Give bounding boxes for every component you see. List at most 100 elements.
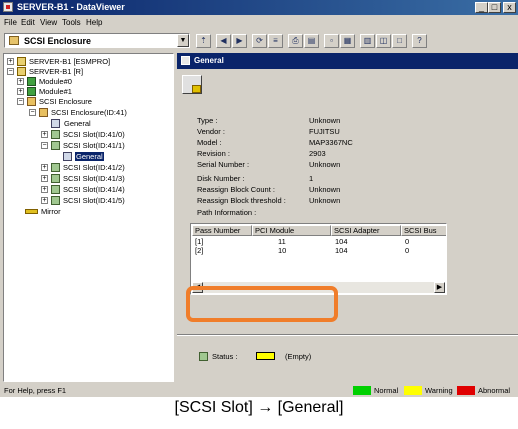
minimize-button[interactable]: _ — [475, 2, 488, 13]
property-label-vendor: Vendor : — [197, 127, 225, 136]
property-label-disk-number: Disk Number : — [197, 174, 245, 183]
property-value-type: Unknown — [309, 116, 341, 125]
section-divider — [177, 334, 518, 336]
tree-item-label: SCSI Enclosure — [39, 97, 92, 106]
pane-view-button[interactable]: □ — [392, 34, 407, 48]
table-cell: 0 — [405, 246, 410, 255]
legend-label: Warning — [425, 386, 453, 395]
path-table[interactable]: Pass Number PCI Module SCSI Adapter SCSI… — [190, 223, 447, 295]
tree-item-label: SERVER-B1 [R] — [29, 67, 84, 76]
tree-item-label: SERVER-B1 [ESMPRO] — [29, 57, 111, 66]
property-value-reassign-threshold: Unknown — [309, 196, 341, 205]
menu-help[interactable]: Help — [86, 18, 102, 27]
up-folder-button[interactable]: ⇡ — [196, 34, 211, 48]
figure-caption: [SCSI Slot] → [General] — [174, 399, 344, 416]
menu-tools[interactable]: Tools — [62, 18, 81, 27]
tree-item-label: SCSI Slot(ID:41/4) — [63, 185, 125, 194]
property-label-reassign-count: Reassign Block Count : — [197, 185, 275, 194]
list-view-button[interactable]: ▦ — [340, 34, 355, 48]
print-preview-button[interactable]: ▤ — [304, 34, 319, 48]
large-icons-button[interactable]: ▫ — [324, 34, 339, 48]
tree-item-label: SCSI Enclosure(ID:41) — [51, 108, 127, 117]
module-icon — [27, 87, 36, 96]
help-pointer-button[interactable]: ? — [412, 34, 427, 48]
general-icon — [63, 152, 72, 161]
tree-item-label: General — [64, 119, 91, 128]
property-value-serial: Unknown — [309, 160, 341, 169]
table-cell: 10 — [278, 246, 287, 255]
status-highlight-frame — [186, 286, 338, 322]
enclosure-icon — [9, 36, 19, 45]
expand-icon[interactable]: + — [41, 175, 48, 182]
table-cell: 104 — [335, 237, 348, 246]
status-icon — [199, 352, 208, 361]
table-cell: [2] — [195, 246, 204, 255]
expand-icon[interactable]: + — [41, 164, 48, 171]
back-button[interactable]: ◀ — [216, 34, 231, 48]
server-icon — [17, 57, 26, 66]
tree-item-label: SCSI Slot(ID:41/0) — [63, 130, 125, 139]
slot-icon — [51, 130, 60, 139]
column-header-scsi-adapter[interactable]: SCSI Adapter — [331, 225, 401, 236]
window-title: SERVER-B1 - DataViewer — [17, 2, 125, 12]
tree-item-label: Module#1 — [39, 87, 72, 96]
property-label-reassign-threshold: Reassign Block threshold : — [197, 196, 286, 205]
expand-icon[interactable]: + — [17, 88, 24, 95]
chevron-down-icon[interactable]: ▼ — [177, 34, 189, 47]
column-header-pass-number[interactable]: Pass Number — [192, 225, 252, 236]
status-color-swatch — [256, 352, 275, 360]
property-value-reassign-count: Unknown — [309, 185, 341, 194]
expand-icon[interactable]: + — [7, 58, 14, 65]
property-label-serial: Serial Number : — [197, 160, 250, 169]
split-view-button[interactable]: ◫ — [376, 34, 391, 48]
node-selector-combo[interactable]: SCSI Enclosure ▼ — [4, 33, 190, 48]
tree-item-label: SCSI Slot(ID:41/3) — [63, 174, 125, 183]
detail-pane: General Type : Unknown Vendor : FUJITSU … — [177, 53, 518, 382]
property-label-path-info: Path Information : — [197, 208, 257, 217]
column-header-scsi-bus[interactable]: SCSI Bus — [401, 225, 446, 236]
module-icon — [27, 77, 36, 86]
warning-swatch — [404, 386, 422, 395]
table-cell: [1] — [195, 237, 204, 246]
scroll-right-icon[interactable]: ▶ — [434, 282, 445, 293]
help-hint: For Help, press F1 — [4, 386, 67, 395]
property-value-disk-number: 1 — [309, 174, 314, 183]
abnormal-swatch — [457, 386, 475, 395]
column-header-pci-module[interactable]: PCI Module — [252, 225, 331, 236]
node-selector-value: SCSI Enclosure — [24, 36, 92, 46]
table-cell: 0 — [405, 237, 410, 246]
property-label-revision: Revision : — [197, 149, 230, 158]
print-button[interactable]: ⎙ — [288, 34, 303, 48]
table-cell: 104 — [335, 246, 348, 255]
collapse-icon[interactable]: − — [41, 142, 48, 149]
maximize-button[interactable]: □ — [488, 2, 501, 13]
collapse-icon[interactable]: − — [7, 68, 14, 75]
menu-file[interactable]: File — [4, 18, 17, 27]
slot-icon — [51, 196, 60, 205]
tree-view[interactable]: + SERVER-B1 [ESMPRO] − SERVER-B1 [R] + M… — [3, 53, 174, 382]
menu-edit[interactable]: Edit — [21, 18, 35, 27]
legend-label: Normal — [374, 386, 399, 395]
properties-button[interactable]: ≡ — [268, 34, 283, 48]
menu-bar: File Edit View Tools Help — [0, 16, 518, 30]
collapse-icon[interactable]: − — [17, 98, 24, 105]
status-label: Status : — [212, 352, 238, 361]
collapse-icon[interactable]: − — [29, 109, 36, 116]
expand-icon[interactable]: + — [41, 131, 48, 138]
expand-icon[interactable]: + — [17, 78, 24, 85]
expand-icon[interactable]: + — [41, 197, 48, 204]
refresh-button[interactable]: ⟳ — [252, 34, 267, 48]
status-bar: For Help, press F1 Normal Warning Abnorm… — [0, 384, 518, 397]
close-button[interactable]: x — [503, 2, 516, 13]
forward-button[interactable]: ▶ — [232, 34, 247, 48]
expand-icon[interactable]: + — [41, 186, 48, 193]
slot-status-icon — [182, 75, 202, 94]
app-icon — [3, 2, 13, 12]
menu-view[interactable]: View — [40, 18, 57, 27]
tree-item-label: SCSI Slot(ID:41/5) — [63, 196, 125, 205]
enclosure-icon — [39, 108, 48, 117]
details-view-button[interactable]: ▥ — [360, 34, 375, 48]
tree-item-label: Mirror — [41, 207, 61, 216]
panel-header: General — [177, 53, 518, 69]
general-icon — [51, 119, 60, 128]
